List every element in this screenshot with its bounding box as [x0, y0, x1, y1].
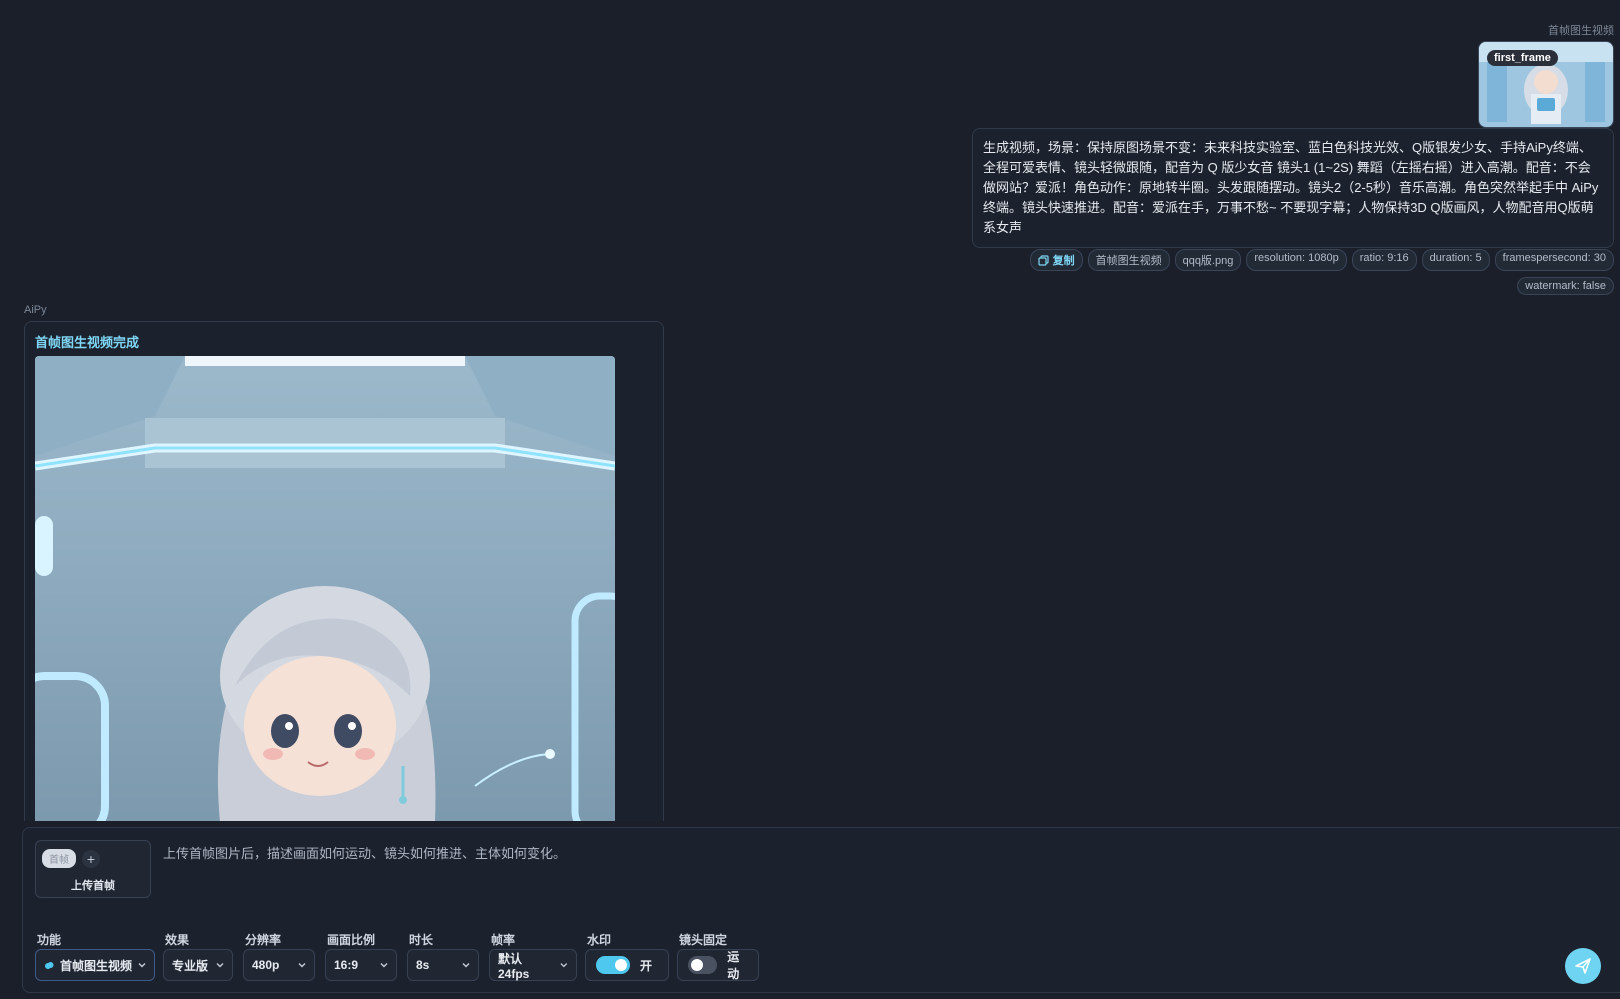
tag-file: qqq版.png: [1174, 249, 1242, 271]
effect-value: 专业版: [172, 958, 209, 973]
tag-mode: 首帧图生视频: [1087, 249, 1170, 271]
effect-select[interactable]: 专业版: [163, 949, 233, 981]
function-value: 首帧图生视频: [60, 958, 133, 973]
send-button[interactable]: [1565, 948, 1601, 984]
ai-sender-label: AiPy: [24, 304, 47, 316]
copy-label: 复制: [1052, 255, 1075, 267]
first-frame-badge: first_frame: [1487, 50, 1558, 66]
copy-icon: [1037, 254, 1049, 266]
resolution-label: 分辨率: [245, 933, 282, 947]
camera-fixed-switch[interactable]: [688, 956, 718, 974]
resolution-value: 480p: [252, 958, 280, 972]
tag-watermark: watermark: false: [1517, 277, 1614, 295]
copy-button[interactable]: 复制: [1029, 249, 1083, 271]
upload-first-frame-button[interactable]: 首帧 + 上传首帧: [35, 840, 151, 898]
cloud-icon: [45, 962, 54, 969]
prompt-tags: 复制 首帧图生视频 qqq版.png resolution: 1080p rat…: [1014, 249, 1614, 295]
first-frame-pill: 首帧: [42, 849, 76, 868]
fps-value: 默认 24fps: [498, 951, 530, 981]
camera-fixed-toggle[interactable]: 运动: [677, 949, 759, 981]
ai-result-card: 首帧图生视频完成: [24, 321, 664, 821]
ratio-value: 16:9: [334, 958, 359, 972]
upload-label: 上传首帧: [71, 880, 115, 892]
function-label: 功能: [37, 933, 62, 947]
watermark-toggle[interactable]: 开: [585, 949, 669, 981]
chevron-down-icon: [216, 963, 224, 968]
chevron-down-icon: [138, 963, 146, 968]
effect-label: 效果: [165, 933, 190, 947]
plus-icon: +: [82, 850, 100, 868]
ratio-label: 画面比例: [327, 933, 376, 947]
watermark-switch[interactable]: [596, 956, 630, 974]
fps-label: 帧率: [491, 933, 516, 947]
resolution-select[interactable]: 480p: [243, 949, 315, 981]
chevron-down-icon: [560, 963, 568, 968]
chevron-down-icon: [380, 963, 388, 968]
chevron-down-icon: [298, 963, 306, 968]
camera-fixed-label: 镜头固定: [679, 933, 728, 947]
function-select[interactable]: 首帧图生视频: [35, 949, 155, 981]
user-sender-label: 首帧图生视频: [1548, 25, 1614, 37]
send-icon: [1575, 958, 1591, 974]
duration-label: 时长: [409, 933, 434, 947]
fps-select[interactable]: 默认 24fps: [489, 949, 577, 981]
watermark-label: 水印: [587, 933, 612, 947]
video-frame: [35, 356, 615, 821]
watermark-value: 开: [640, 958, 653, 973]
tag-ratio: ratio: 9:16: [1351, 249, 1417, 271]
duration-value: 8s: [416, 958, 430, 972]
ratio-select[interactable]: 16:9: [325, 949, 397, 981]
ai-result-title: 首帧图生视频完成: [35, 335, 140, 350]
prompt-input[interactable]: 上传首帧图片后，描述画面如何运动、镜头如何推进、主体如何变化。: [163, 843, 566, 862]
duration-select[interactable]: 8s: [407, 949, 479, 981]
first-frame-thumbnail[interactable]: first_frame: [1478, 41, 1614, 128]
generated-video-player[interactable]: [35, 356, 615, 821]
tag-duration: duration: 5: [1421, 249, 1490, 271]
camera-fixed-value: 运动: [727, 950, 740, 981]
composer-panel: 首帧 + 上传首帧 上传首帧图片后，描述画面如何运动、镜头如何推进、主体如何变化…: [22, 827, 1620, 993]
tag-fps: framespersecond: 30: [1494, 249, 1614, 271]
tag-resolution: resolution: 1080p: [1246, 249, 1347, 271]
chevron-down-icon: [462, 963, 470, 968]
user-prompt-bubble: 生成视频，场景：保持原图场景不变：未来科技实验室、蓝白色科技光效、Q版银发少女、…: [972, 128, 1614, 248]
